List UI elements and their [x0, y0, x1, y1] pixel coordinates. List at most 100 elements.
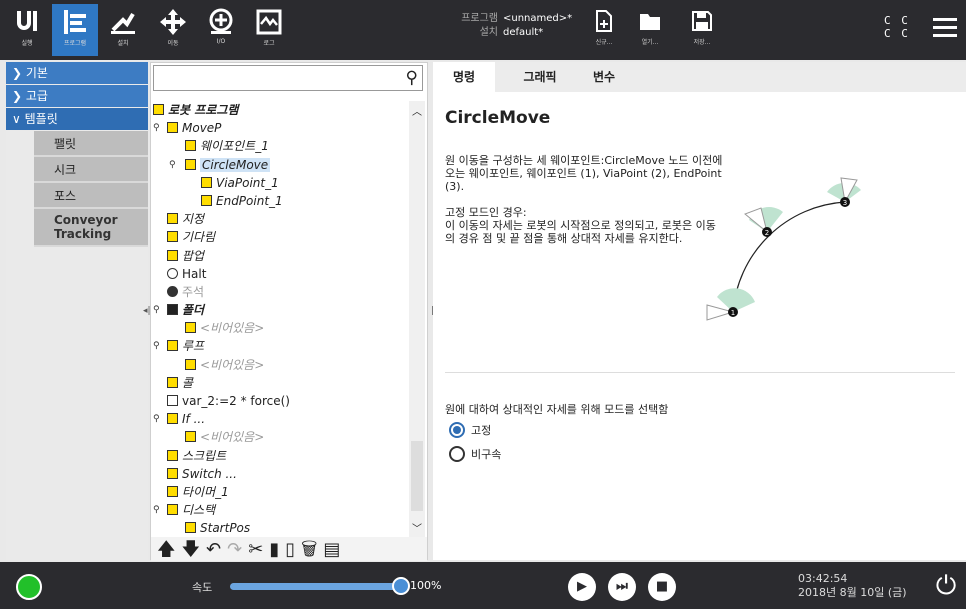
robot-status-icon[interactable] [16, 574, 42, 600]
scroll-up-icon[interactable]: ︿ [412, 103, 422, 118]
hamburger-menu-icon[interactable] [933, 18, 957, 42]
chevron-right-icon: ❯ [12, 66, 26, 80]
tree-node-startpos[interactable]: StartPos [151, 519, 409, 537]
sidebar-item-pallet[interactable]: 팰릿 [34, 131, 148, 157]
tree-scrollbar[interactable]: ︿ ﹀ [409, 101, 425, 537]
speed-slider-handle[interactable] [392, 577, 410, 595]
scroll-thumb[interactable] [411, 441, 423, 511]
tree-node-movep[interactable]: ⚲ MoveP [151, 119, 409, 137]
tree-node-set[interactable]: 지정 [151, 210, 409, 228]
expand-pin-icon[interactable]: ⚲ [153, 337, 160, 355]
cc-indicator[interactable]: C C C C [884, 14, 910, 40]
tab-variables[interactable]: 변수 [579, 62, 629, 92]
tree-root[interactable]: 로봇 프로그램 [151, 101, 409, 119]
program-root-icon [153, 104, 164, 115]
bottom-bar: 속도 100% ▶ ⏭ ■ 03:42:54 2018년 8월 10일 (금) … [0, 562, 966, 609]
tree-node-comment[interactable]: 주석 [151, 283, 409, 301]
tab-program[interactable]: 프로그램 [52, 4, 98, 56]
expand-pin-icon[interactable]: ⚲ [153, 119, 160, 137]
tab-graphics[interactable]: 그래픽 [505, 62, 575, 92]
tree-node-empty[interactable]: <비어있음> [151, 356, 409, 374]
search-input[interactable]: ⚲ [153, 65, 423, 91]
search-icon[interactable]: ⚲ [406, 68, 418, 88]
sidebar-section-templates[interactable]: ∨ 템플릿 [6, 108, 148, 130]
speed-slider[interactable] [230, 583, 400, 590]
tree-node-waypoint1[interactable]: 웨이포인트_1 [151, 137, 409, 155]
scroll-down-icon[interactable]: ﹀ [412, 520, 422, 535]
clock: 03:42:54 2018년 8월 10일 (금) [798, 572, 907, 599]
expand-pin-icon[interactable]: ⚲ [169, 156, 176, 174]
tree-node-assignment[interactable]: var_2:=2 * force() [151, 392, 409, 410]
stop-button[interactable]: ■ [648, 573, 676, 601]
sidebar-item-conveyor-tracking[interactable]: Conveyor Tracking [34, 209, 148, 247]
tree-node-timer[interactable]: 타이머_1 [151, 483, 409, 501]
new-button[interactable]: 신규... [582, 10, 626, 46]
expand-pin-icon[interactable]: ⚲ [153, 301, 160, 319]
empty-node-icon [185, 431, 196, 443]
open-button[interactable]: 열기... [628, 10, 672, 46]
halt-icon [167, 267, 178, 279]
tree-node-depalletize[interactable]: ⚲ 디스택 [151, 501, 409, 519]
program-label: 프로그램 [461, 13, 498, 24]
step-button[interactable]: ⏭ [608, 573, 636, 601]
copy-icon[interactable]: ▮ [269, 539, 285, 560]
move-up-icon[interactable]: 🡅 [157, 539, 182, 560]
tree-toolbar: 🡅🡇↶↷✂▮▯🗑▤ [151, 537, 427, 561]
tree-node-endpoint1[interactable]: EndPoint_1 [151, 192, 409, 210]
sidebar-section-basic[interactable]: ❯ 기본 [6, 62, 148, 84]
tree-node-loop[interactable]: ⚲ 루프 [151, 337, 409, 355]
ur-logo-icon [4, 4, 50, 38]
left-splitter-icon[interactable]: ◂| [143, 306, 151, 316]
sidebar-section-advanced[interactable]: ❯ 고급 [6, 85, 148, 107]
tree-node-empty[interactable]: <비어있음> [151, 319, 409, 337]
tree-node-halt[interactable]: Halt [151, 265, 409, 283]
waypoint-icon [185, 522, 196, 534]
save-button[interactable]: 저장... [680, 10, 724, 46]
save-icon [692, 11, 712, 31]
divider [445, 372, 955, 373]
delete-icon[interactable]: 🗑 [301, 539, 323, 560]
undo-icon[interactable]: ↶ [206, 539, 227, 560]
chevron-right-icon: ❯ [12, 89, 26, 103]
tree-node-popup[interactable]: 팝업 [151, 247, 409, 265]
install-label: 설치 [479, 27, 498, 38]
tab-installation[interactable]: 설치 [100, 4, 146, 56]
page-title: CircleMove [445, 108, 551, 128]
tab-run[interactable]: 실행 [4, 4, 50, 56]
power-icon[interactable]: ⏻ [932, 572, 960, 600]
tree-node-folder[interactable]: ⚲ 폴더 [151, 301, 409, 319]
sidebar-item-seek[interactable]: 시크 [34, 157, 148, 183]
suppress-icon[interactable]: ▤ [323, 539, 346, 560]
tree-node-empty[interactable]: <비어있음> [151, 428, 409, 446]
play-button[interactable]: ▶ [568, 573, 596, 601]
tab-command[interactable]: 명령 [433, 62, 495, 92]
popup-icon [167, 249, 178, 261]
tree-node-script[interactable]: 스크립트 [151, 447, 409, 465]
move-down-icon[interactable]: 🡇 [182, 539, 207, 560]
expand-pin-icon[interactable]: ⚲ [153, 501, 160, 519]
speed-value: 100% [410, 579, 442, 592]
paste-icon[interactable]: ▯ [285, 539, 301, 560]
expand-pin-icon[interactable]: ⚲ [153, 410, 160, 428]
comment-icon [167, 285, 178, 297]
program-tree: 로봇 프로그램 ⚲ MoveP 웨이포인트_1 ⚲ CircleMove ViaPo… [151, 101, 409, 537]
tree-node-switch[interactable]: Switch ... [151, 465, 409, 483]
cut-icon[interactable]: ✂ [248, 539, 269, 560]
tree-node-if[interactable]: ⚲ If ... [151, 410, 409, 428]
tab-move[interactable]: 이동 [150, 4, 196, 56]
tree-node-call[interactable]: 콜 [151, 374, 409, 392]
tree-node-circlemove[interactable]: ⚲ CircleMove [151, 156, 409, 174]
mode-question: 원에 대하여 상대적인 자세를 위해 모드를 선택함 [445, 403, 669, 416]
description: 원 이동을 구성하는 세 웨이포인트:CircleMove 노드 이전에 오는 … [445, 154, 723, 245]
tree-node-viapoint1[interactable]: ViaPoint_1 [151, 174, 409, 192]
sidebar-item-force[interactable]: 포스 [34, 183, 148, 209]
tab-log[interactable]: 로그 [246, 4, 292, 56]
mode-fixed-radio[interactable]: 고정 [449, 422, 491, 440]
mode-unconstrained-radio[interactable]: 비구속 [449, 446, 501, 464]
tab-io[interactable]: I/O [198, 4, 244, 56]
loop-icon [167, 340, 178, 352]
stack-icon [167, 504, 178, 516]
redo-icon[interactable]: ↷ [227, 539, 248, 560]
tree-node-wait[interactable]: 기다림 [151, 228, 409, 246]
speed-label: 속도 [192, 581, 213, 594]
